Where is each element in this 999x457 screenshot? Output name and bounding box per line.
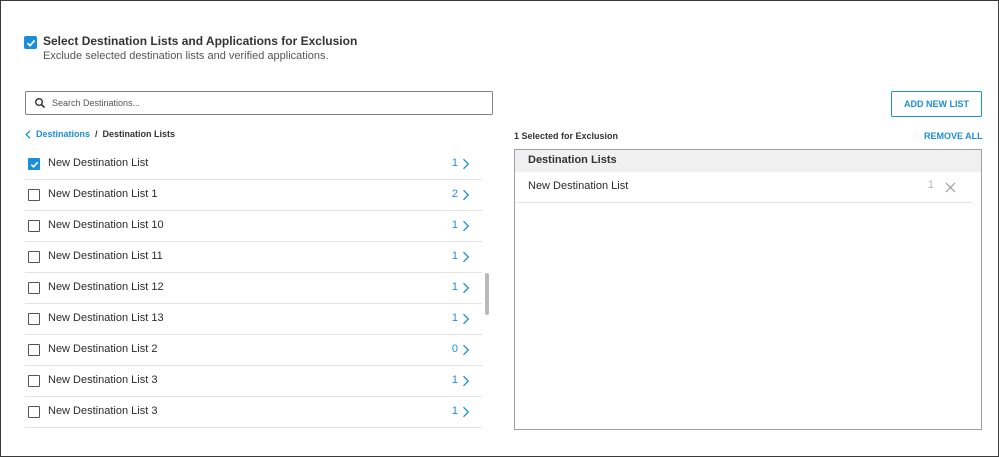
list-item[interactable]: New Destination List 1 2 [25, 180, 482, 211]
list-item-count: 1 [451, 405, 458, 417]
list-item-label: New Destination List 10 [48, 219, 164, 231]
list-item-count: 1 [451, 157, 458, 169]
list-item-label: New Destination List 13 [48, 312, 164, 324]
list-item-label: New Destination List [48, 157, 149, 169]
breadcrumb-separator: / [95, 129, 98, 139]
chevron-right-icon[interactable] [462, 282, 470, 294]
list-item-count: 2 [451, 188, 458, 200]
list-item-checkbox[interactable] [28, 251, 40, 263]
chevron-right-icon[interactable] [462, 313, 470, 325]
chevron-left-icon [25, 129, 31, 139]
chevron-right-icon[interactable] [462, 158, 470, 170]
list-item-label: New Destination List 11 [48, 250, 163, 262]
chevron-right-icon[interactable] [462, 220, 470, 232]
chevron-right-icon[interactable] [462, 344, 470, 356]
list-item[interactable]: New Destination List 1 [25, 149, 482, 180]
breadcrumb: Destinations / Destination Lists [25, 129, 175, 139]
list-item-count: 1 [451, 219, 458, 231]
selected-item-label: New Destination List [528, 180, 629, 192]
chevron-right-icon[interactable] [462, 251, 470, 263]
search-icon [35, 98, 46, 109]
list-item-checkbox[interactable] [28, 406, 40, 418]
list-item[interactable]: New Destination List 13 1 [25, 304, 482, 335]
list-item-checkbox[interactable] [28, 220, 40, 232]
list-scrollbar[interactable] [485, 273, 489, 315]
list-item-count: 1 [451, 281, 458, 293]
add-new-list-button[interactable]: ADD NEW LIST [891, 91, 982, 117]
selected-panel-heading: Destination Lists [515, 150, 981, 172]
list-item-count: 1 [451, 374, 458, 386]
list-item[interactable]: New Destination List 3 1 [25, 366, 482, 397]
exclusion-title: Select Destination Lists and Application… [43, 34, 358, 48]
list-item-checkbox[interactable] [28, 282, 40, 294]
list-item-count: 0 [451, 343, 458, 355]
checkmark-icon [26, 39, 35, 47]
destination-list: New Destination List 1 New Destination Lis… [25, 149, 482, 428]
list-item[interactable]: New Destination List 2 0 [25, 335, 482, 366]
checkmark-icon [30, 161, 38, 168]
chevron-right-icon[interactable] [462, 189, 470, 201]
list-item-checkbox[interactable] [28, 375, 40, 387]
selected-lists-panel: Destination Lists New Destination List 1 [514, 149, 982, 430]
breadcrumb-back-link[interactable]: Destinations [25, 129, 90, 139]
selected-item-count: 1 [927, 179, 934, 191]
select-exclusion-checkbox[interactable] [24, 36, 37, 49]
remove-icon[interactable] [945, 182, 956, 193]
breadcrumb-back-label: Destinations [36, 129, 91, 139]
selected-item: New Destination List 1 [515, 172, 972, 203]
list-item-checkbox[interactable] [28, 189, 40, 201]
search-box[interactable] [25, 91, 493, 115]
selected-items: New Destination List 1 [515, 172, 981, 203]
list-item-label: New Destination List 1 [48, 188, 158, 200]
list-item-checkbox[interactable] [28, 158, 40, 170]
selected-count-label: 1 Selected for Exclusion [514, 131, 619, 141]
exclusion-description: Exclude selected destination lists and v… [43, 50, 329, 62]
exclusion-settings-panel: Select Destination Lists and Application… [0, 0, 999, 457]
list-item-label: New Destination List 3 [48, 374, 158, 386]
list-item[interactable]: New Destination List 3 1 [25, 397, 482, 428]
list-item-label: New Destination List 3 [48, 405, 158, 417]
list-item-count: 1 [451, 312, 458, 324]
list-item[interactable]: New Destination List 10 1 [25, 211, 482, 242]
chevron-right-icon[interactable] [462, 406, 470, 418]
list-item-count: 1 [451, 250, 458, 262]
list-item-label: New Destination List 12 [48, 281, 164, 293]
list-item[interactable]: New Destination List 12 1 [25, 273, 482, 304]
remove-all-link[interactable]: REMOVE ALL [924, 131, 983, 141]
breadcrumb-current: Destination Lists [102, 129, 176, 139]
list-item[interactable]: New Destination List 11 1 [25, 242, 482, 273]
chevron-right-icon[interactable] [462, 375, 470, 387]
list-item-checkbox[interactable] [28, 344, 40, 356]
list-item-label: New Destination List 2 [48, 343, 158, 355]
search-input[interactable] [52, 94, 482, 112]
list-item-checkbox[interactable] [28, 313, 40, 325]
